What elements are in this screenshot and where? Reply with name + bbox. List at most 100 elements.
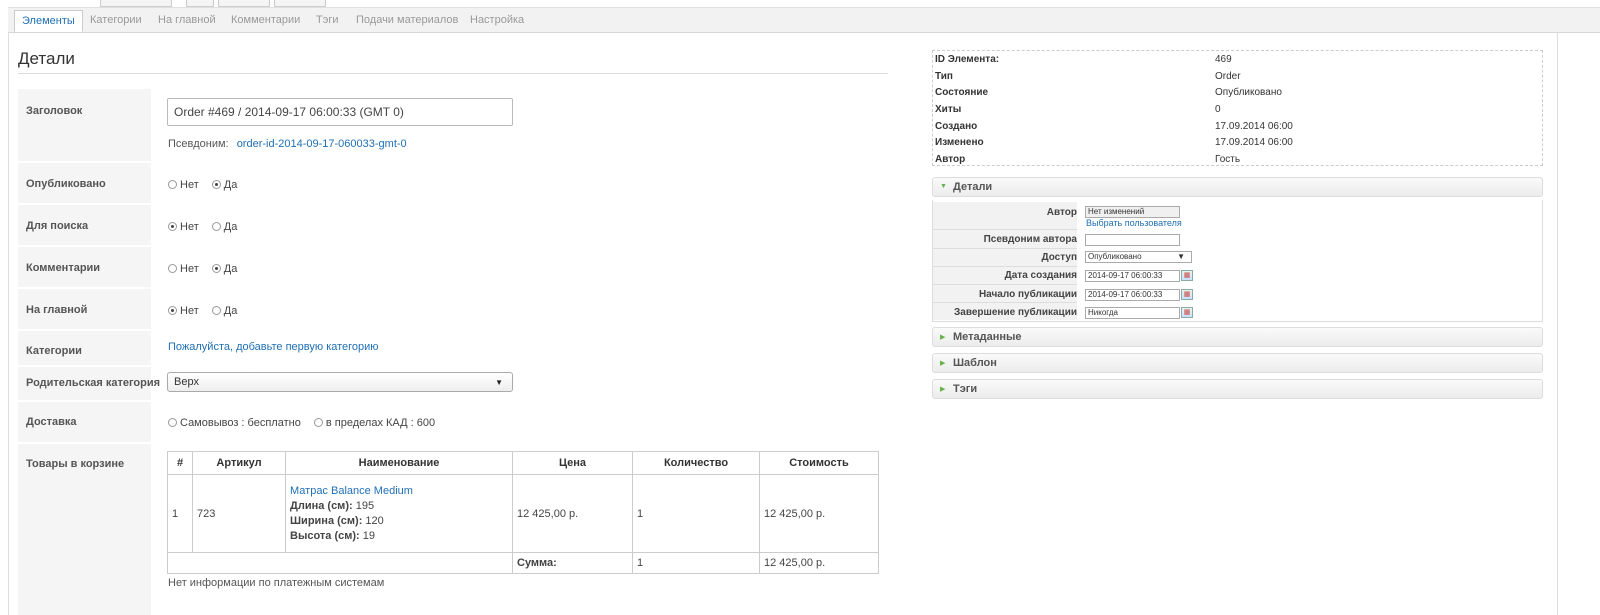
toolbar-button[interactable] bbox=[100, 0, 172, 7]
cell-sum-cost: 12 425,00 р. bbox=[759, 552, 879, 574]
tab-elements[interactable]: Элементы bbox=[14, 10, 83, 32]
published-label: Опубликовано bbox=[26, 178, 106, 190]
tab-submissions[interactable]: Подачи материалов bbox=[356, 14, 458, 26]
option-label: Нет bbox=[180, 263, 199, 275]
radio-icon[interactable] bbox=[211, 222, 221, 231]
divider bbox=[933, 284, 1077, 285]
divider bbox=[18, 203, 151, 205]
attr-label: Длина (см): bbox=[290, 499, 353, 512]
delivery-pickup-option[interactable]: Самовывоз : бесплатно bbox=[168, 417, 301, 429]
info-key: Тип bbox=[935, 71, 953, 82]
admin-tabs: Элементы Категории На главной Комментари… bbox=[8, 7, 1600, 33]
tab-frontpage[interactable]: На главной bbox=[158, 14, 216, 26]
info-key: ID Элемента: bbox=[935, 54, 1000, 65]
no-payment-info: Нет информации по платежным системам bbox=[168, 577, 385, 589]
delivery-label: Доставка bbox=[26, 416, 77, 428]
radio-checked-icon[interactable] bbox=[211, 264, 221, 273]
divider bbox=[933, 266, 1077, 267]
calendar-icon[interactable]: ▦ bbox=[1181, 307, 1193, 318]
attr-value: 120 bbox=[365, 514, 384, 527]
caret-down-icon: ▼ bbox=[495, 378, 503, 387]
info-key: Хиты bbox=[935, 104, 962, 115]
tab-comments[interactable]: Комментарии bbox=[231, 14, 300, 26]
info-value: 17.09.2014 06:00 bbox=[1215, 137, 1293, 148]
radio-checked-icon[interactable] bbox=[168, 222, 177, 231]
access-label: Доступ bbox=[1041, 252, 1077, 263]
delivery-city-option[interactable]: в пределах КАД : 600 bbox=[313, 417, 436, 429]
tags-panel-header[interactable]: ▶ Тэги bbox=[932, 379, 1543, 399]
divider bbox=[933, 302, 1077, 303]
product-link[interactable]: Матрас Balance Medium bbox=[290, 485, 413, 497]
toolbar-button[interactable] bbox=[218, 0, 270, 7]
details-panel-header[interactable]: ▼ Детали bbox=[932, 177, 1543, 197]
option-label: Нет bbox=[180, 179, 199, 191]
comments-no-option[interactable]: Нет bbox=[168, 263, 199, 275]
created-input[interactable]: 2014-09-17 06:00:33 bbox=[1085, 270, 1180, 282]
panel-title: Тэги bbox=[953, 383, 978, 395]
alias-row: Псевдоним: order-id-2014-09-17-060033-gm… bbox=[168, 138, 407, 150]
divider bbox=[18, 442, 151, 444]
author-label: Автор bbox=[1046, 207, 1077, 218]
table-row: 1 723 Матрас Balance Medium Длина (см): … bbox=[167, 474, 879, 553]
calendar-icon[interactable]: ▦ bbox=[1181, 270, 1193, 281]
divider bbox=[933, 248, 1077, 249]
panel-title: Метаданные bbox=[953, 331, 1022, 343]
table-header-row: # Артикул Наименование Цена Количество С… bbox=[167, 451, 879, 475]
metadata-panel-header[interactable]: ▶ Метаданные bbox=[932, 327, 1543, 347]
author-alias-input[interactable] bbox=[1085, 234, 1180, 246]
published-no-option[interactable]: Нет bbox=[168, 179, 199, 191]
title-input[interactable]: Order #469 / 2014-09-17 06:00:33 (GMT 0) bbox=[167, 98, 513, 126]
select-value: Верх bbox=[174, 376, 199, 388]
option-label: Да bbox=[223, 263, 238, 275]
alias-link[interactable]: order-id-2014-09-17-060033-gmt-0 bbox=[237, 138, 407, 150]
cart-label: Товары в корзине bbox=[26, 458, 125, 470]
radio-icon[interactable] bbox=[168, 180, 177, 189]
tab-categories[interactable]: Категории bbox=[90, 14, 142, 26]
frontpage-no-option[interactable]: Нет bbox=[168, 305, 199, 317]
toolbar-button[interactable] bbox=[274, 0, 326, 7]
radio-icon[interactable] bbox=[168, 264, 177, 273]
triangle-right-icon: ▶ bbox=[940, 386, 946, 393]
radio-icon[interactable] bbox=[211, 306, 221, 315]
frontpage-yes-option[interactable]: Да bbox=[211, 305, 238, 317]
radio-checked-icon[interactable] bbox=[168, 306, 177, 315]
option-label: Да bbox=[223, 305, 238, 317]
option-label: в пределах КАД : 600 bbox=[325, 417, 436, 429]
tab-settings[interactable]: Настройка bbox=[470, 14, 524, 26]
pub-start-input[interactable]: 2014-09-17 06:00:33 bbox=[1085, 289, 1180, 301]
radio-icon[interactable] bbox=[313, 418, 323, 427]
cell-qty: 1 bbox=[632, 474, 760, 553]
cell-cost: 12 425,00 р. bbox=[759, 474, 879, 553]
info-key: Состояние bbox=[935, 87, 989, 98]
info-key: Создано bbox=[935, 121, 978, 132]
attr-label: Высота (см): bbox=[290, 529, 360, 542]
calendar-icon[interactable]: ▦ bbox=[1181, 289, 1193, 300]
divider bbox=[18, 73, 888, 74]
search-yes-option[interactable]: Да bbox=[211, 221, 237, 233]
published-yes-option[interactable]: Да bbox=[211, 179, 237, 191]
section-title: Детали bbox=[18, 49, 75, 68]
access-select[interactable]: Опубликовано ▼ bbox=[1085, 251, 1192, 263]
add-category-link[interactable]: Пожалуйста, добавьте первую категорию bbox=[168, 341, 379, 353]
choose-user-link[interactable]: Выбрать пользователя bbox=[1086, 218, 1182, 228]
frontpage-label: На главной bbox=[26, 304, 88, 316]
column-header: # bbox=[167, 451, 193, 475]
radio-checked-icon[interactable] bbox=[211, 180, 221, 189]
radio-icon[interactable] bbox=[168, 418, 177, 427]
template-panel-header[interactable]: ▶ Шаблон bbox=[932, 353, 1543, 373]
parent-category-select[interactable]: Верх ▼ bbox=[167, 372, 513, 392]
comments-yes-option[interactable]: Да bbox=[211, 263, 238, 275]
tab-tags[interactable]: Тэги bbox=[316, 14, 339, 26]
triangle-down-icon: ▼ bbox=[940, 183, 947, 190]
author-alias-label: Псевдоним автора bbox=[983, 234, 1077, 245]
toolbar-button[interactable] bbox=[186, 0, 214, 7]
pub-end-input[interactable]: Никогда bbox=[1085, 307, 1180, 319]
column-header: Стоимость bbox=[759, 451, 879, 475]
published-radio-group: Нет Да bbox=[168, 179, 247, 191]
divider bbox=[18, 329, 151, 331]
search-no-option[interactable]: Нет bbox=[168, 221, 199, 233]
cart-table: # Артикул Наименование Цена Количество С… bbox=[167, 451, 879, 574]
frontpage-radio-group: Нет Да bbox=[168, 305, 247, 317]
author-field[interactable]: Нет изменений bbox=[1085, 206, 1180, 218]
attr-value: 195 bbox=[355, 499, 375, 512]
